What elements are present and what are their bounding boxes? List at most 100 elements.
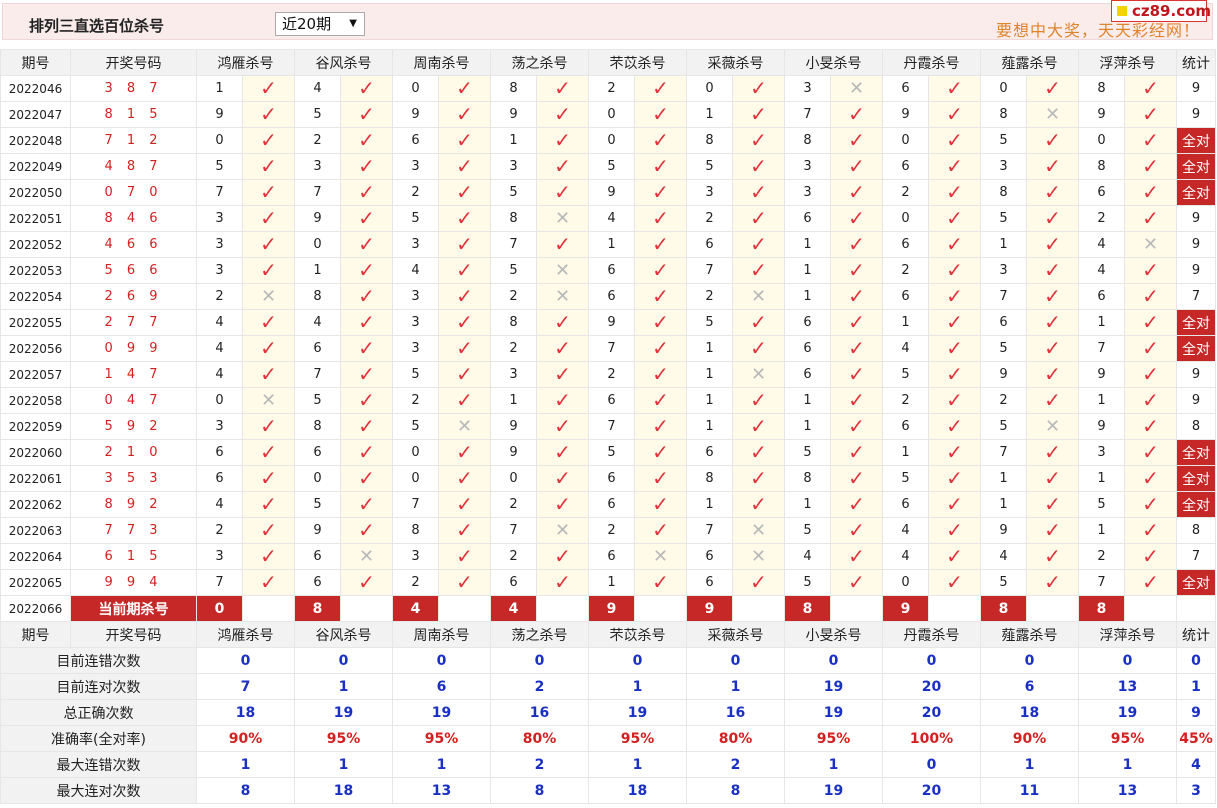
check-icon: ✓ — [1142, 206, 1159, 230]
stat-cell: 7 — [1176, 543, 1216, 570]
check-icon: ✓ — [848, 570, 865, 594]
check-icon: ✓ — [358, 76, 375, 100]
empty-cell — [438, 595, 491, 622]
issue-cell: 2022054 — [0, 283, 71, 310]
stat-value: 19 — [294, 699, 393, 726]
correct-check-icon: ✓ — [1026, 569, 1079, 596]
check-icon: ✓ — [1044, 180, 1061, 204]
check-icon: ✓ — [848, 206, 865, 230]
correct-check-icon: ✓ — [1026, 283, 1079, 310]
correct-check-icon: ✓ — [438, 569, 491, 596]
kill-digit-cell: 0 — [1078, 127, 1125, 154]
check-icon: ✓ — [358, 336, 375, 360]
kill-digit-cell: 3 — [392, 153, 439, 180]
correct-check-icon: ✓ — [928, 439, 981, 466]
check-icon: ✓ — [554, 336, 571, 360]
kill-digit-cell: 4 — [588, 205, 635, 232]
site-logo[interactable]: cz89.com — [1111, 0, 1211, 22]
kill-digit-cell: 2 — [882, 257, 929, 284]
correct-check-icon: ✓ — [438, 309, 491, 336]
kill-digit-cell: 0 — [882, 569, 929, 596]
col-expert-header: 荡之杀号 — [490, 49, 589, 76]
kill-digit-cell: 9 — [294, 205, 341, 232]
stat-value: 18 — [980, 699, 1079, 726]
kill-digit-cell: 5 — [1078, 491, 1125, 518]
stat-value: 1 — [686, 673, 785, 700]
stat-cell: 8 — [1176, 413, 1216, 440]
stat-label: 准确率(全对率) — [0, 725, 197, 752]
correct-check-icon: ✓ — [732, 439, 785, 466]
kill-digit-cell: 9 — [392, 101, 439, 128]
check-icon: ✓ — [554, 440, 571, 464]
kill-digit-cell: 3 — [490, 361, 537, 388]
correct-check-icon: ✓ — [438, 543, 491, 570]
issue-cell: 2022051 — [0, 205, 71, 232]
correct-check-icon: ✓ — [340, 127, 393, 154]
correct-check-icon: ✓ — [340, 491, 393, 518]
check-icon: ✓ — [848, 284, 865, 308]
correct-check-icon: ✓ — [438, 361, 491, 388]
stat-value: 80% — [686, 725, 785, 752]
kill-digit-cell: 5 — [392, 361, 439, 388]
stat-value: 13 — [1078, 673, 1177, 700]
stat-label: 目前连对次数 — [0, 673, 197, 700]
kill-digit-cell: 6 — [784, 361, 831, 388]
check-icon: ✓ — [456, 440, 473, 464]
check-icon: ✓ — [554, 232, 571, 256]
correct-check-icon: ✓ — [732, 231, 785, 258]
check-icon: ✓ — [946, 362, 963, 386]
kill-digit-cell: 0 — [882, 205, 929, 232]
correct-check-icon: ✓ — [1026, 465, 1079, 492]
kill-digit-cell: 6 — [196, 465, 243, 492]
correct-check-icon: ✓ — [1124, 257, 1177, 284]
stat-value: 8 — [686, 777, 785, 804]
kill-digit-cell: 2 — [588, 75, 635, 102]
correct-check-icon: ✓ — [340, 309, 393, 336]
current-kill-digit: 0 — [196, 595, 243, 622]
wrong-cross-icon: ✕ — [634, 543, 687, 570]
kill-digit-cell: 6 — [490, 569, 537, 596]
correct-check-icon: ✓ — [732, 153, 785, 180]
correct-check-icon: ✓ — [732, 179, 785, 206]
table-row: 2022052 4 6 6 3 ✓ 0 ✓ 3 ✓ 7 ✓ 1 ✓ 6 ✓ 1 ✓ 6 ✓ 1 ✓ 4 ✕ 9 — [0, 231, 1216, 258]
stat-value: 0 — [882, 647, 981, 674]
stat-cell: 9 — [1176, 101, 1216, 128]
header-row: 期号 开奖号码 鸿雁杀号 谷风杀号 周南杀号 荡之杀号 芣苡杀号 采薇杀号 小旻杀号 丹霞杀号 薤露… — [0, 49, 1216, 76]
kill-digit-cell: 5 — [882, 465, 929, 492]
stat-value: 0 — [588, 647, 687, 674]
stat-label: 总正确次数 — [0, 699, 197, 726]
kill-digit-cell: 6 — [294, 439, 341, 466]
current-kill-digit: 4 — [490, 595, 537, 622]
check-icon: ✓ — [1142, 76, 1159, 100]
kill-digit-cell: 7 — [686, 257, 733, 284]
correct-check-icon: ✓ — [830, 335, 883, 362]
check-icon: ✓ — [652, 154, 669, 178]
table-row: 2022049 4 8 7 5 ✓ 3 ✓ 3 ✓ 3 ✓ 5 ✓ 5 ✓ 3 ✓ 6 ✓ 3 ✓ 8 ✓ 全对 — [0, 153, 1216, 180]
cross-icon: ✕ — [554, 285, 571, 307]
kill-digit-cell: 7 — [980, 439, 1027, 466]
correct-check-icon: ✓ — [830, 283, 883, 310]
kill-digit-cell: 0 — [196, 387, 243, 414]
check-icon: ✓ — [260, 518, 277, 542]
kill-digit-cell: 2 — [1078, 205, 1125, 232]
stat-cell: 全对 — [1176, 569, 1216, 596]
kill-digit-cell: 4 — [882, 335, 929, 362]
stat-cell: 9 — [1176, 231, 1216, 258]
stat-value: 19 — [588, 699, 687, 726]
kill-digit-cell: 7 — [588, 335, 635, 362]
col-expert-header: 芣苡杀号 — [588, 621, 687, 648]
correct-check-icon: ✓ — [830, 491, 883, 518]
kill-digit-cell: 0 — [196, 127, 243, 154]
stat-value: 0 — [882, 751, 981, 778]
col-expert-header: 小旻杀号 — [784, 621, 883, 648]
check-icon: ✓ — [456, 310, 473, 334]
check-icon: ✓ — [946, 206, 963, 230]
check-icon: ✓ — [358, 232, 375, 256]
correct-check-icon: ✓ — [340, 101, 393, 128]
correct-check-icon: ✓ — [1026, 231, 1079, 258]
check-icon: ✓ — [260, 310, 277, 334]
period-select[interactable]: 近20期 ▼ — [275, 12, 365, 36]
col-expert-header: 浮萍杀号 — [1078, 49, 1177, 76]
col-expert-header: 谷风杀号 — [294, 49, 393, 76]
kill-digit-cell: 3 — [196, 413, 243, 440]
